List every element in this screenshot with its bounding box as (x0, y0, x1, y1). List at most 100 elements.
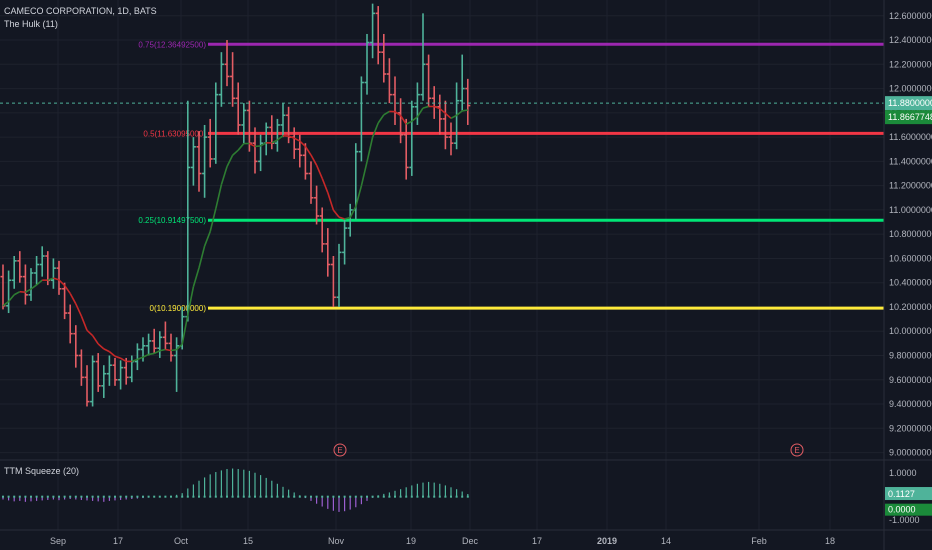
squeeze-dot (170, 495, 172, 498)
squeeze-dot (466, 495, 469, 498)
time-axis-tick: Nov (328, 536, 345, 546)
squeeze-dot (30, 495, 32, 498)
time-axis-tick: 17 (532, 536, 542, 546)
price-axis-tick: 12.20000000 (889, 59, 932, 69)
squeeze-dot (438, 495, 441, 498)
squeeze-dot (237, 495, 240, 498)
squeeze-dot (360, 495, 363, 498)
squeeze-dot (203, 495, 206, 498)
price-axis-tick: 10.60000000 (889, 253, 932, 263)
squeeze-dot (410, 495, 413, 498)
squeeze-dot (41, 495, 44, 498)
time-axis-tick: Oct (174, 536, 189, 546)
time-axis-tick: 19 (406, 536, 416, 546)
squeeze-dot (259, 495, 262, 498)
squeeze-dot (326, 495, 329, 498)
squeeze-dot (158, 495, 161, 498)
squeeze-dot (153, 495, 156, 498)
squeeze-dot (298, 495, 301, 498)
squeeze-dot (461, 495, 464, 498)
fib-level-label: 0(10.19000000) (150, 304, 207, 313)
price-axis-tick: 11.20000000 (889, 181, 932, 191)
time-axis-tick: Feb (751, 536, 767, 546)
time-axis-tick: 17 (113, 536, 123, 546)
chart-canvas[interactable]: 0.75(12.36492500) 0.5(11.63095000) 0.25(10… (0, 0, 932, 550)
squeeze-dot (35, 495, 38, 498)
squeeze-dot (338, 495, 340, 498)
squeeze-dot (192, 495, 195, 498)
hulk-value-tag: 11.86677489 (885, 110, 932, 125)
price-axis-tick: 11.60000000 (889, 132, 932, 142)
price-axis-tick: 9.60000000 (889, 375, 932, 385)
squeeze-dot (282, 495, 284, 498)
squeeze-dot (399, 495, 402, 498)
time-axis-tick: 14 (661, 536, 671, 546)
hulk-value-tag-text: 11.86677489 (888, 112, 932, 122)
squeeze-dot (136, 495, 139, 498)
hulk-ma-segment (170, 348, 177, 352)
squeeze-dot (80, 495, 83, 498)
fib-level-label: 0.75(12.36492500) (138, 40, 206, 49)
squeeze-dot (450, 495, 452, 498)
squeeze-dot (69, 495, 72, 498)
squeeze-dot (175, 495, 178, 498)
earnings-marker-label: E (337, 446, 342, 455)
squeeze-dot (209, 495, 212, 498)
squeeze-dot (293, 495, 296, 498)
squeeze-axis-tick: 1.0000 (889, 468, 917, 478)
squeeze-dot (13, 495, 16, 498)
squeeze-dot (74, 495, 77, 498)
squeeze-dot (265, 495, 268, 498)
chart-title: CAMECO CORPORATION, 1D, BATS (4, 6, 157, 16)
chart-background (0, 0, 932, 550)
time-axis-tick: 15 (243, 536, 253, 546)
hulk-ma-segment (462, 109, 468, 112)
time-axis-tick: Dec (462, 536, 479, 546)
price-axis-tick: 12.60000000 (889, 11, 932, 21)
ttm-squeeze-label: TTM Squeeze (20) (4, 466, 80, 476)
squeeze-dot (102, 495, 105, 498)
hulk-ma-segment (19, 290, 26, 294)
squeeze-dot (114, 495, 116, 498)
squeeze-dot (343, 495, 346, 498)
squeeze-dot (97, 495, 100, 498)
squeeze-dot (63, 495, 66, 498)
squeeze-value-text: 0.1127 (888, 489, 915, 499)
squeeze-dot (18, 495, 21, 498)
squeeze-dot (276, 495, 279, 498)
squeeze-dot (91, 495, 94, 498)
squeeze-dot (455, 495, 458, 498)
squeeze-dot (310, 495, 312, 498)
squeeze-dot (119, 495, 122, 498)
squeeze-dot (125, 495, 128, 498)
current-price-tag-text: 11.88000000 (888, 98, 932, 108)
squeeze-dot (444, 495, 447, 498)
squeeze-zero-tag: 0.0000 (885, 503, 932, 516)
squeeze-dot (7, 495, 10, 498)
price-pane[interactable]: 0.75(12.36492500) 0.5(11.63095000) 0.25(10… (0, 0, 932, 550)
squeeze-dot (315, 495, 318, 498)
price-axis-tick: 9.80000000 (889, 351, 932, 361)
squeeze-dot (52, 495, 55, 498)
squeeze-dot (164, 495, 167, 498)
squeeze-dot (422, 495, 424, 498)
squeeze-dot (58, 495, 60, 498)
squeeze-dot (270, 495, 273, 498)
squeeze-dot (382, 495, 385, 498)
time-axis-tick: 18 (825, 536, 835, 546)
squeeze-dot (181, 495, 184, 498)
squeeze-dot (86, 495, 88, 498)
hulk-ma-segment (148, 352, 155, 356)
squeeze-dot (220, 495, 223, 498)
squeeze-dot (354, 495, 357, 498)
squeeze-dot (24, 495, 27, 498)
squeeze-dot (321, 495, 324, 498)
squeeze-dot (405, 495, 408, 498)
squeeze-dot (287, 495, 290, 498)
squeeze-dot (231, 495, 234, 498)
price-axis-tick: 10.00000000 (889, 326, 932, 336)
squeeze-dot (349, 495, 352, 498)
squeeze-dot (226, 495, 228, 498)
squeeze-dot (366, 495, 368, 498)
fib-level-label: 0.5(11.63095000) (143, 129, 206, 138)
